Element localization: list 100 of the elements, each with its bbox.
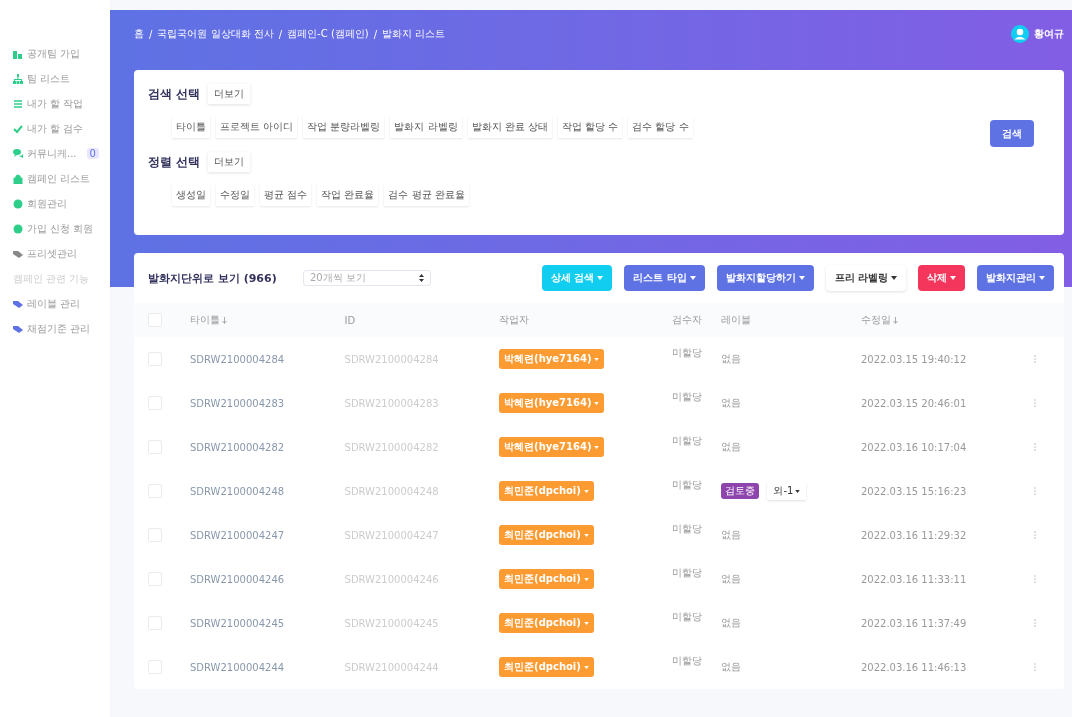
filter-chip[interactable]: 프로젝트 아이디 xyxy=(216,116,298,138)
worker-dropdown[interactable]: 최민준(dpchoi) xyxy=(499,569,594,589)
label-tag: 검토중 xyxy=(721,483,760,499)
worker-dropdown[interactable]: 박혜련(hye7164) xyxy=(499,393,605,413)
date-cell: 2022.03.16 11:46:13 xyxy=(860,661,967,673)
caret-icon xyxy=(594,401,600,405)
sidebar-item[interactable]: 채점기준 관리 xyxy=(0,316,110,341)
dropdown-button[interactable]: 삭제 xyxy=(918,265,965,291)
date-cell: 2022.03.16 11:33:11 xyxy=(860,573,967,585)
dropdown-button[interactable]: 발화지할당하기 xyxy=(716,265,814,291)
caret-icon xyxy=(583,665,589,669)
filter-chip[interactable]: 검수 평균 완료율 xyxy=(384,184,469,206)
column-header[interactable]: 레이블 xyxy=(721,313,752,327)
caret-icon xyxy=(597,276,604,280)
label-cell: 없음 xyxy=(721,441,742,452)
sitemap-icon xyxy=(13,73,23,84)
sidebar-item[interactable]: 내가 할 작업 xyxy=(0,91,110,116)
page-size-select[interactable]: 20개씩 보기 xyxy=(303,270,431,286)
title-cell[interactable]: SDRW2100004283 xyxy=(190,397,285,409)
label-cell: 없음 xyxy=(721,397,742,408)
sidebar-item[interactable]: 레이블 관리 xyxy=(0,291,110,316)
check-icon xyxy=(13,123,23,134)
sidebar-item[interactable]: 커뮤니케... 0 xyxy=(0,141,110,166)
chat-icon xyxy=(13,148,23,159)
caret-icon xyxy=(795,489,801,493)
sort-icon[interactable] xyxy=(892,316,898,324)
caret-icon xyxy=(594,445,600,449)
date-cell: 2022.03.16 10:17:04 xyxy=(860,441,967,453)
tag-icon xyxy=(13,248,23,259)
filter-chip[interactable]: 작업 분량라벨링 xyxy=(303,116,385,138)
title-cell[interactable]: SDRW2100004248 xyxy=(190,485,285,497)
breadcrumb-separator: / xyxy=(149,28,153,40)
title-cell[interactable]: SDRW2100004246 xyxy=(190,573,285,585)
sort-icon[interactable] xyxy=(222,316,227,324)
worker-dropdown[interactable]: 최민준(dpchoi) xyxy=(499,525,594,545)
caret-icon xyxy=(583,533,589,537)
more-button[interactable]: 더보기 xyxy=(208,152,251,172)
sidebar-item[interactable]: 공개팀 가입 xyxy=(0,41,110,66)
breadcrumb-link[interactable]: 홈 xyxy=(134,27,144,41)
more-button[interactable]: 더보기 xyxy=(208,84,251,104)
filter-chip[interactable]: 검수 할당 수 xyxy=(628,116,693,138)
dropdown-button[interactable]: 상세 검색 xyxy=(541,265,613,291)
sidebar-item[interactable]: 회원관리 xyxy=(0,191,110,216)
sidebar-item[interactable]: 팀 리스트 xyxy=(0,66,110,91)
breadcrumb-link[interactable]: 캠페인-C (캠페인) xyxy=(287,27,369,41)
dropdown-button[interactable]: 프리 라벨링 xyxy=(825,265,906,291)
title-cell[interactable]: SDRW2100004245 xyxy=(190,617,285,629)
reviewer-cell-text: 미할당 xyxy=(672,478,703,492)
filter-chip[interactable]: 작업 할당 수 xyxy=(557,116,623,138)
worker-dropdown[interactable]: 박혜련(hye7164) xyxy=(499,349,605,369)
column-header[interactable]: 작업자 xyxy=(499,313,530,327)
worker-dropdown[interactable]: 최민준(dpchoi) xyxy=(499,657,594,677)
caret-icon xyxy=(583,621,589,625)
label-cell: 없음 xyxy=(721,617,742,628)
title-cell[interactable]: SDRW2100004284 xyxy=(190,353,285,365)
worker-dropdown[interactable]: 박혜련(hye7164) xyxy=(499,437,605,457)
title-cell[interactable]: SDRW2100004247 xyxy=(190,529,285,541)
filter-chip[interactable]: 작업 완료율 xyxy=(317,184,379,206)
column-header[interactable]: 수정일 xyxy=(860,313,891,327)
bag-icon xyxy=(13,173,23,184)
breadcrumb-separator: / xyxy=(278,28,283,40)
date-cell: 2022.03.15 19:40:12 xyxy=(860,353,967,365)
filter-title: 검색 선택 xyxy=(148,85,201,103)
label-cell: 없음 xyxy=(721,573,742,584)
title-cell[interactable]: SDRW2100004282 xyxy=(190,441,285,453)
tag-icon xyxy=(13,298,23,309)
filter-chip[interactable]: 발화지 라벨링 xyxy=(390,116,462,138)
user-name[interactable]: 황여규 xyxy=(1034,27,1064,41)
sidebar-item[interactable]: 캠페인 리스트 xyxy=(0,166,110,191)
breadcrumb-link[interactable]: 국립국어원 일상대화 전사 xyxy=(157,27,274,41)
label-cell: 없음 xyxy=(721,661,742,672)
breadcrumb-link[interactable]: 발화지 리스트 xyxy=(382,27,446,41)
reviewer-cell-text: 미할당 xyxy=(672,654,703,668)
more-labels-dropdown[interactable]: 외-1 xyxy=(767,482,807,500)
filter-chip[interactable]: 수정일 xyxy=(216,184,254,206)
reviewer-cell-text: 미할당 xyxy=(672,566,703,580)
caret-icon xyxy=(1039,276,1045,280)
sidebar-item[interactable]: 가입 신청 회원 xyxy=(0,216,110,241)
filter-chip[interactable]: 타이틀 xyxy=(172,116,210,138)
dropdown-button[interactable]: 리스트 타입 xyxy=(624,265,705,291)
filter-chip[interactable]: 생성일 xyxy=(172,184,210,206)
column-header[interactable]: 타이틀 xyxy=(190,313,220,327)
filter-chip[interactable]: 발화지 완료 상태 xyxy=(467,116,552,138)
worker-dropdown[interactable]: 최민준(dpchoi) xyxy=(499,481,594,501)
worker-dropdown[interactable]: 최민준(dpchoi) xyxy=(499,613,594,633)
caret-icon xyxy=(798,276,805,280)
column-header[interactable]: ID xyxy=(344,314,356,326)
filter-chip[interactable]: 평균 점수 xyxy=(260,184,312,206)
date-cell: 2022.03.16 11:37:49 xyxy=(860,617,967,629)
reviewer-cell-text: 미할당 xyxy=(672,434,703,448)
avatar-icon[interactable] xyxy=(1011,25,1029,43)
caret-icon xyxy=(583,489,589,493)
search-button[interactable]: 검색 xyxy=(990,120,1034,147)
menu-icon xyxy=(13,98,23,109)
dropdown-button[interactable]: 발화지관리 xyxy=(977,265,1054,291)
sidebar-item[interactable]: 내가 할 검수 xyxy=(0,116,110,141)
breadcrumb-separator: / xyxy=(373,28,378,40)
sidebar-item[interactable]: 프리셋관리 xyxy=(0,241,110,266)
reviewer-cell-text: 미할당 xyxy=(672,610,703,624)
title-cell[interactable]: SDRW2100004244 xyxy=(190,661,285,673)
